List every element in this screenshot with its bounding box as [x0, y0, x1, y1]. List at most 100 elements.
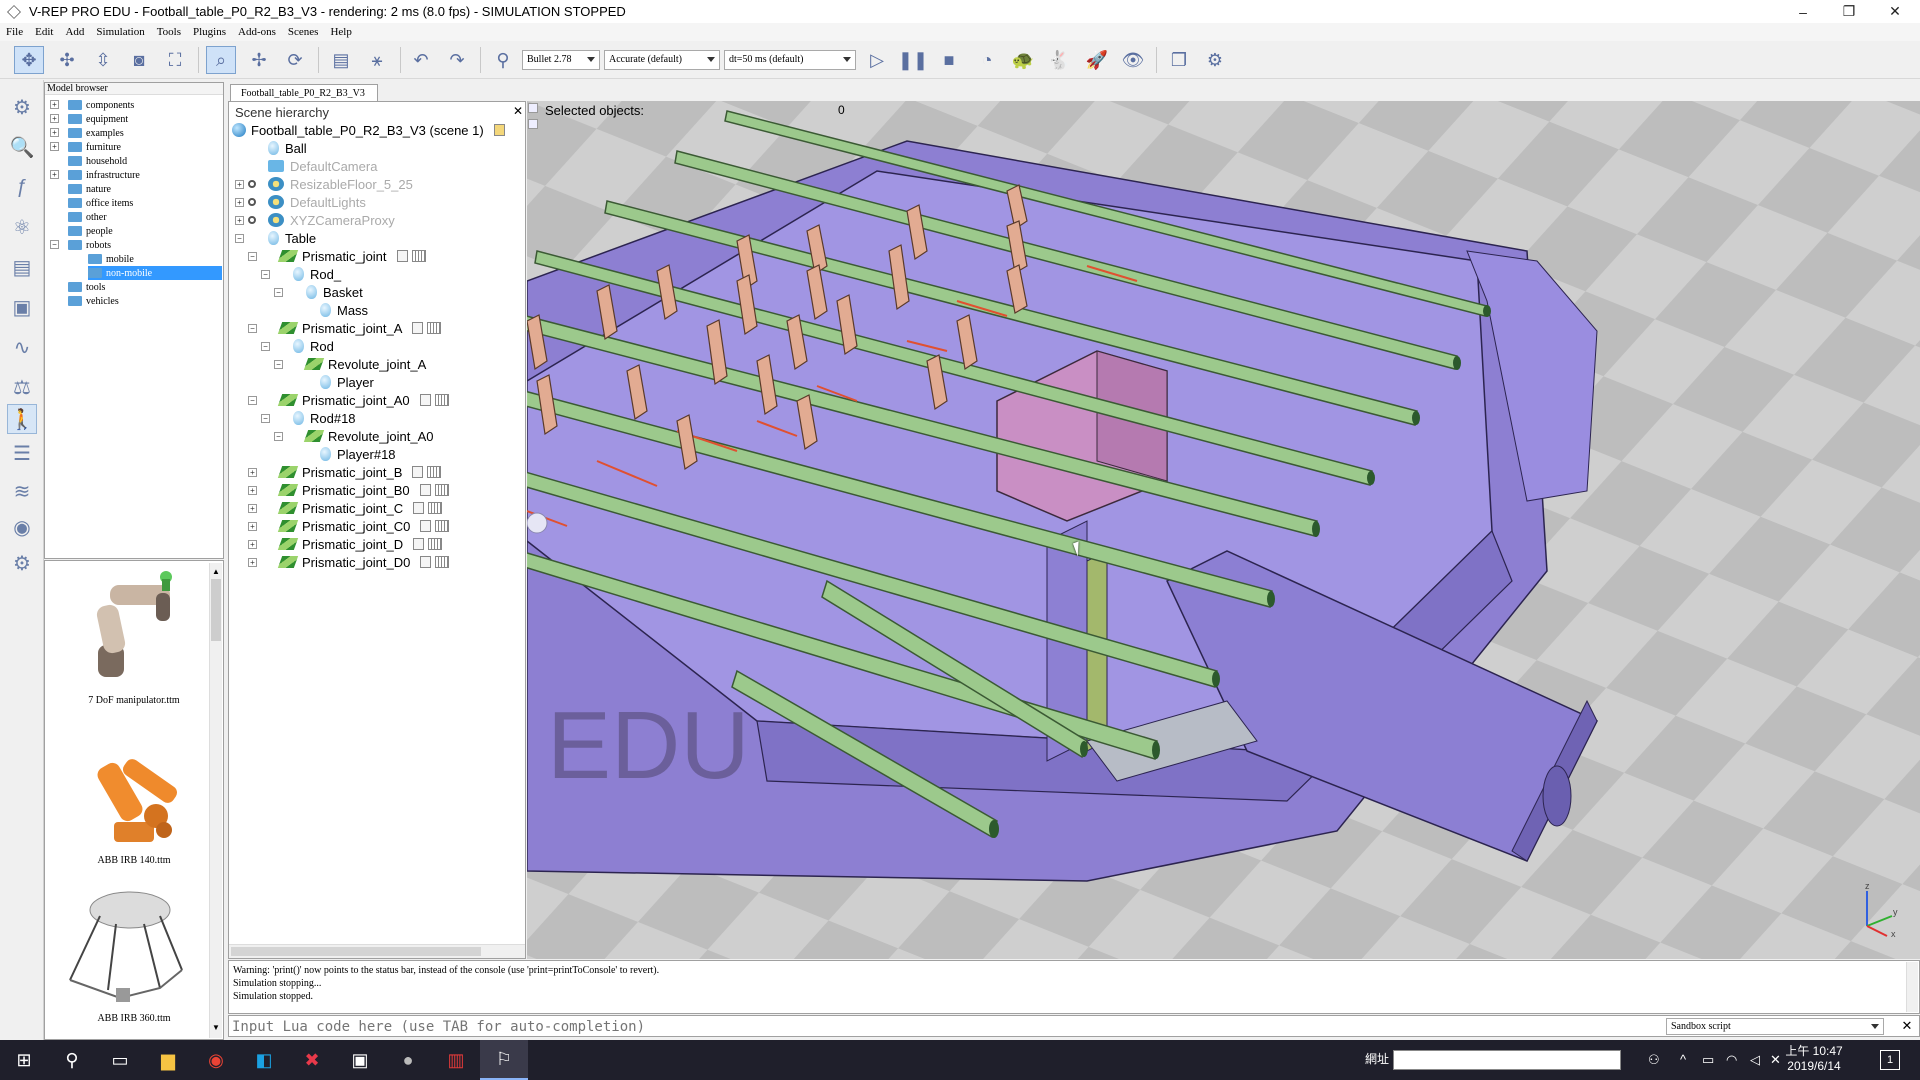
menu-scenes[interactable]: Scenes: [282, 26, 325, 38]
tree-item-prismatic-joint[interactable]: Prismatic_joint: [277, 247, 426, 265]
address-input[interactable]: [1393, 1050, 1621, 1070]
tree-item-player-18[interactable]: Player#18: [320, 445, 396, 463]
collections-icon[interactable]: ⚛: [7, 212, 37, 242]
collapse-toggle[interactable]: −: [261, 414, 270, 423]
menu-edit[interactable]: Edit: [29, 26, 59, 38]
xmind-icon[interactable]: ✖: [288, 1040, 336, 1080]
slow-down-icon[interactable]: 🐢: [1008, 46, 1038, 74]
camera-shift-icon[interactable]: ⇳: [88, 46, 118, 74]
pause-icon[interactable]: ❚❚: [898, 46, 928, 74]
people-icon[interactable]: ⚇: [1648, 1052, 1660, 1068]
collapse-toggle[interactable]: −: [274, 288, 283, 297]
collapse-toggle[interactable]: −: [248, 252, 257, 261]
sphere-app-icon[interactable]: ●: [384, 1040, 432, 1080]
collapse-toggle[interactable]: −: [235, 234, 244, 243]
tree-item-revolute-joint-a0[interactable]: Revolute_joint_A0: [303, 427, 434, 445]
hierarchy-root[interactable]: Football_table_P0_R2_B3_V3 (scene 1): [232, 121, 505, 139]
joint-ctrl-icon[interactable]: [427, 322, 442, 334]
threaded-rendering-icon[interactable]: 🚀: [1082, 46, 1112, 74]
menu-add[interactable]: Add: [59, 26, 90, 38]
menu-addons[interactable]: Add-ons: [232, 26, 282, 38]
expand-toggle[interactable]: +: [50, 170, 59, 179]
thumbnails-scrollbar[interactable]: ▲ ▼: [209, 563, 222, 1038]
tree-item-prismatic-joint-d[interactable]: Prismatic_joint_D: [277, 535, 443, 553]
collapse-toggle[interactable]: −: [261, 342, 270, 351]
terminal-icon[interactable]: ▣: [336, 1040, 384, 1080]
joint-ctrl-icon[interactable]: [411, 250, 426, 262]
notification-badge[interactable]: 1: [1880, 1050, 1900, 1070]
simulation-settings-icon[interactable]: ⚙: [7, 92, 37, 122]
folder-other[interactable]: other: [68, 210, 107, 224]
video-recorder-icon[interactable]: ◉: [7, 512, 37, 542]
click-select-icon[interactable]: ⌕: [206, 46, 236, 74]
joint-ctrl-icon[interactable]: [434, 394, 449, 406]
chrome-icon[interactable]: ◉: [192, 1040, 240, 1080]
expand-toggle[interactable]: +: [248, 504, 257, 513]
tree-item-prismatic-joint-c0[interactable]: Prismatic_joint_C0: [277, 517, 450, 535]
object-shift-icon[interactable]: ✢: [244, 46, 274, 74]
presentation-app-icon[interactable]: ▥: [432, 1040, 480, 1080]
file-explorer-icon[interactable]: ▆: [144, 1040, 192, 1080]
console-scrollbar[interactable]: [1906, 962, 1918, 1012]
script-icon[interactable]: [419, 394, 431, 406]
physics-engine-select[interactable]: Bullet 2.78: [522, 50, 600, 70]
paths-icon[interactable]: ∿: [7, 332, 37, 362]
volume-icon[interactable]: ◁: [1750, 1052, 1760, 1068]
folder-nature[interactable]: nature: [68, 182, 111, 196]
expand-toggle[interactable]: +: [50, 114, 59, 123]
tree-item-resizablefloor[interactable]: ResizableFloor_5_25: [268, 175, 413, 193]
tree-item-table[interactable]: Table: [268, 229, 316, 247]
transfer-dna-icon[interactable]: ⚹: [362, 46, 392, 74]
expand-toggle[interactable]: +: [50, 100, 59, 109]
close-button[interactable]: ✕: [1872, 0, 1918, 23]
expand-toggle[interactable]: +: [235, 216, 244, 225]
expand-toggle[interactable]: +: [248, 540, 257, 549]
script-type-select[interactable]: Sandbox script: [1666, 1018, 1884, 1035]
folder-furniture[interactable]: furniture: [68, 140, 121, 154]
view-selector-icon[interactable]: [528, 119, 538, 129]
expand-toggle[interactable]: +: [248, 558, 257, 567]
scene-selector-icon[interactable]: ❐: [1164, 46, 1194, 74]
tree-item-revolute-joint-a[interactable]: Revolute_joint_A: [303, 355, 426, 373]
tree-item-prismatic-joint-a[interactable]: Prismatic_joint_A: [277, 319, 442, 337]
undo-icon[interactable]: ↶: [406, 46, 436, 74]
collapse-toggle[interactable]: −: [261, 270, 270, 279]
redo-icon[interactable]: ↷: [442, 46, 472, 74]
page-selector-icon[interactable]: ⚙: [1200, 46, 1230, 74]
play-icon[interactable]: ▷: [862, 46, 892, 74]
joint-ctrl-icon[interactable]: [435, 520, 450, 532]
vrep-taskbar-icon[interactable]: ⚐: [480, 1040, 528, 1080]
start-icon[interactable]: ⊞: [0, 1040, 48, 1080]
battery-icon[interactable]: ▭: [1702, 1052, 1714, 1068]
collapse-toggle[interactable]: −: [274, 432, 283, 441]
folder-equipment[interactable]: equipment: [68, 112, 128, 126]
collapse-toggle[interactable]: −: [274, 360, 283, 369]
viewport-menu-icon[interactable]: [528, 103, 538, 113]
maximize-button[interactable]: ❐: [1826, 0, 1872, 23]
tree-item-prismatic-joint-b[interactable]: Prismatic_joint_B: [277, 463, 442, 481]
menu-simulation[interactable]: Simulation: [90, 26, 150, 38]
tree-item-prismatic-joint-c[interactable]: Prismatic_joint_C: [277, 499, 443, 517]
tree-item-defaultcamera[interactable]: DefaultCamera: [268, 157, 377, 175]
thumbnail-7dof-image[interactable]: [60, 565, 200, 695]
tray-chevron-icon[interactable]: ^: [1680, 1052, 1686, 1067]
joint-ctrl-icon[interactable]: [428, 502, 443, 514]
expand-toggle[interactable]: +: [248, 486, 257, 495]
hierarchy-scrollbar[interactable]: [229, 944, 525, 958]
calculation-modules-icon[interactable]: ƒ: [7, 172, 37, 202]
menu-tools[interactable]: Tools: [151, 26, 187, 38]
layers-icon[interactable]: ≋: [7, 476, 37, 506]
expand-toggle[interactable]: +: [248, 522, 257, 531]
tree-item-rod-18[interactable]: Rod#18: [293, 409, 356, 427]
close-hierarchy-icon[interactable]: ✕: [513, 104, 523, 118]
script-icon[interactable]: [420, 556, 432, 568]
collapse-toggle[interactable]: −: [248, 324, 257, 333]
folder-robots[interactable]: robots: [68, 238, 111, 252]
model-browser-toggle-icon[interactable]: 🚶: [7, 404, 37, 434]
menu-help[interactable]: Help: [324, 26, 357, 38]
tree-item-defaultlights[interactable]: DefaultLights: [268, 193, 366, 211]
tree-item-ball[interactable]: Ball: [268, 139, 307, 157]
user-settings-icon[interactable]: ⚙: [7, 548, 37, 578]
camera-rotate-icon[interactable]: ✣: [52, 46, 82, 74]
menu-plugins[interactable]: Plugins: [187, 26, 232, 38]
